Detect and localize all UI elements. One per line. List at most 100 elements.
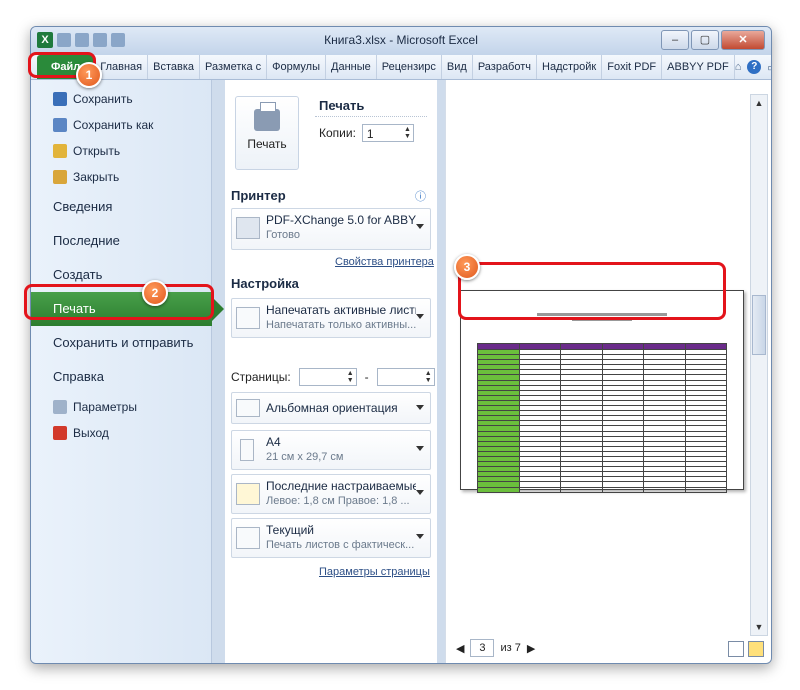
printer-dropdown[interactable]: PDF-XChange 5.0 for ABBYY Готово [231, 208, 431, 250]
print-preview: ▲ ▼ ◀ 3 из 7 ▶ [445, 80, 771, 663]
tab-review[interactable]: Рецензирс [377, 55, 442, 79]
zoom-to-page-icon[interactable] [748, 641, 764, 657]
setting-title: Текущий [266, 523, 314, 537]
tab-foxit-pdf[interactable]: Foxit PDF [602, 55, 663, 79]
excel-window: X Книга3.xlsx - Microsoft Excel – ▢ ✕ Фа… [30, 26, 772, 664]
orientation-dropdown[interactable]: Альбомная ориентация [231, 392, 431, 424]
paper-size-dropdown[interactable]: А4 21 см x 29,7 см [231, 430, 431, 470]
folder-open-icon [53, 144, 67, 158]
chevron-down-icon [416, 446, 424, 451]
callout-badge-3: 3 [454, 254, 480, 280]
nav-options-label: Параметры [73, 400, 137, 414]
setting-title: Последние настраиваемые ... [266, 479, 416, 493]
title-bar: X Книга3.xlsx - Microsoft Excel – ▢ ✕ [31, 27, 771, 55]
zoom-controls [728, 641, 764, 657]
minimize-button[interactable]: – [661, 30, 689, 50]
pages-to-stepper[interactable]: ▲ ▼ [376, 368, 435, 386]
stepper-arrows-icon[interactable]: ▲ ▼ [404, 126, 411, 140]
folder-close-icon [53, 170, 67, 184]
nav-open[interactable]: Открыть [31, 138, 211, 164]
scroll-down-icon[interactable]: ▼ [751, 619, 767, 635]
backstage-nav: Сохранить Сохранить как Открыть Закрыть … [31, 80, 224, 663]
ribbon-right-controls: ⌂ ? ▭ ❐ ✕ [735, 55, 771, 79]
nav-exit-label: Выход [73, 426, 109, 440]
margins-dropdown[interactable]: Последние настраиваемые ... Левое: 1,8 с… [231, 474, 431, 514]
tab-view[interactable]: Вид [442, 55, 473, 79]
setting-title: А4 [266, 435, 281, 449]
printer-heading: Принтер [231, 188, 286, 203]
tab-addins[interactable]: Надстройк [537, 55, 603, 79]
printer-name: PDF-XChange 5.0 for ABBYY [266, 213, 416, 227]
ribbon-collapse-icon[interactable]: ⌂ [735, 61, 742, 73]
nav-exit[interactable]: Выход [31, 420, 211, 446]
callout-badge-2: 2 [142, 280, 168, 306]
tab-abbyy-pdf[interactable]: ABBYY PDF [662, 55, 735, 79]
show-margins-icon[interactable] [728, 641, 744, 657]
printer-icon [236, 217, 260, 239]
close-button[interactable]: ✕ [721, 30, 765, 50]
tab-formulas[interactable]: Формулы [267, 55, 326, 79]
scroll-up-icon[interactable]: ▲ [751, 95, 767, 111]
exit-icon [53, 426, 67, 440]
copies-value: 1 [366, 127, 374, 141]
tab-home[interactable]: Главная [95, 55, 149, 79]
print-heading: Печать [319, 98, 365, 113]
scaling-dropdown[interactable]: Текущий Печать листов с фактическ... [231, 518, 431, 558]
current-page-input[interactable]: 3 [470, 639, 495, 657]
nav-close[interactable]: Закрыть [31, 164, 211, 190]
help-icon[interactable]: ? [747, 60, 762, 74]
tab-page-layout[interactable]: Разметка с [200, 55, 268, 79]
preview-page [460, 290, 744, 493]
setting-title: Напечатать активные листы [266, 303, 416, 317]
vertical-scrollbar[interactable]: ▲ ▼ [750, 94, 768, 636]
nav-save-as-label: Сохранить как [73, 118, 154, 132]
doc-minimize-icon[interactable]: ▭ [767, 61, 771, 74]
maximize-button[interactable]: ▢ [691, 30, 719, 50]
copies-label: Копии: [319, 126, 356, 140]
nav-close-label: Закрыть [73, 170, 120, 184]
print-what-dropdown[interactable]: Напечатать активные листы Напечатать тол… [231, 298, 431, 338]
print-settings-panel: Печать Печать Копии: 1 ▲ ▼ Принтер ⓘ PDF-X… [225, 80, 437, 663]
settings-heading: Настройка [231, 276, 299, 291]
landscape-icon [236, 399, 260, 417]
chevron-down-icon [416, 534, 424, 539]
print-button[interactable]: Печать [235, 96, 299, 170]
tab-developer[interactable]: Разработч [473, 55, 538, 79]
setting-subtitle: 21 см x 29,7 см [266, 451, 344, 463]
nav-save-as[interactable]: Сохранить как [31, 112, 211, 138]
stepper-arrows-icon[interactable]: ▲ ▼ [347, 370, 354, 384]
preview-table [477, 343, 727, 493]
setting-subtitle: Левое: 1,8 см Правое: 1,8 ... [266, 495, 410, 507]
nav-save-label: Сохранить [73, 92, 133, 106]
pages-from-stepper[interactable]: ▲ ▼ [298, 368, 357, 386]
options-icon [53, 400, 67, 414]
tab-data[interactable]: Данные [326, 55, 377, 79]
save-as-icon [53, 118, 67, 132]
nav-save-send[interactable]: Сохранить и отправить [31, 326, 211, 360]
nav-help[interactable]: Справка [31, 360, 211, 394]
highlight-preview-header [458, 262, 726, 320]
scaling-icon [236, 527, 260, 549]
ribbon-tabs: Файл Главная Вставка Разметка с Формулы … [31, 55, 771, 80]
next-page-icon[interactable]: ▶ [527, 642, 535, 655]
pages-range: Страницы: ▲ ▼ - ▲ ▼ [231, 368, 435, 386]
tab-insert[interactable]: Вставка [148, 55, 201, 79]
page-setup-link[interactable]: Параметры страницы [319, 566, 430, 578]
scroll-thumb[interactable] [752, 295, 766, 355]
callout-badge-1: 1 [76, 62, 102, 88]
nav-save[interactable]: Сохранить [31, 86, 211, 112]
sheets-icon [236, 307, 260, 329]
copies-control: Копии: 1 ▲ ▼ [319, 124, 414, 142]
copies-stepper[interactable]: 1 ▲ ▼ [361, 124, 414, 142]
setting-title: Альбомная ориентация [266, 401, 398, 415]
nav-info[interactable]: Сведения [31, 190, 211, 224]
stepper-arrows-icon[interactable]: ▲ ▼ [425, 370, 432, 384]
page-icon [240, 439, 254, 461]
prev-page-icon[interactable]: ◀ [456, 642, 464, 655]
chevron-down-icon [416, 314, 424, 319]
info-icon[interactable]: ⓘ [415, 188, 426, 204]
nav-recent[interactable]: Последние [31, 224, 211, 258]
printer-properties-link[interactable]: Свойства принтера [335, 256, 434, 268]
nav-options[interactable]: Параметры [31, 394, 211, 420]
setting-subtitle: Напечатать только активны... [266, 319, 416, 331]
